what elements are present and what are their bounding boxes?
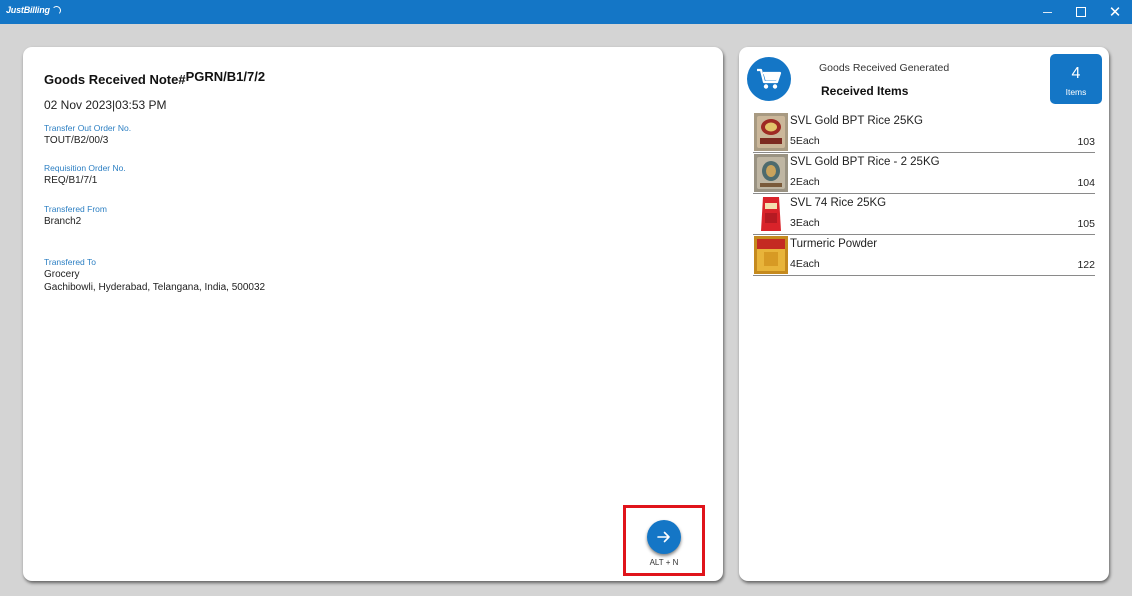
cart-icon (757, 68, 782, 89)
highlight-box (623, 505, 705, 576)
items-count: 4 (1071, 65, 1081, 82)
close-button[interactable]: ✕ (1100, 0, 1130, 24)
close-icon: ✕ (1108, 4, 1122, 21)
goods-received-generated-label: Goods Received Generated (819, 62, 950, 74)
rice-bag-thumbnail (754, 154, 788, 192)
item-name: SVL Gold BPT Rice 25KG (790, 115, 923, 127)
received-items-label: Received Items (821, 84, 909, 98)
note-date: 02 Nov 2023|03:53 PM (44, 98, 167, 112)
app-logo-text: JustBilling (6, 5, 50, 15)
goods-received-note-panel: Goods Received Note# PGRN/B1/7/2 02 Nov … (23, 47, 723, 581)
list-item[interactable]: SVL Gold BPT Rice 25KG 5Each 103 (753, 112, 1095, 153)
title-bar: JustBilling ✕ (0, 0, 1132, 24)
item-qty: 2Each (790, 176, 820, 188)
maximize-icon (1076, 7, 1086, 17)
rice-bag-thumbnail (754, 113, 788, 151)
items-count-badge: 4 Items (1050, 54, 1102, 104)
minimize-button[interactable] (1032, 0, 1062, 24)
item-qty: 5Each (790, 135, 820, 147)
note-title-prefix: Goods Received Note# (44, 72, 186, 87)
transfer-out-order-value: TOUT/B2/00/3 (44, 135, 109, 146)
spice-pack-thumbnail (754, 236, 788, 274)
item-name: Turmeric Powder (790, 238, 878, 250)
app-logo: JustBilling (6, 5, 61, 15)
requisition-order-label: Requisition Order No. (44, 163, 126, 173)
item-number: 122 (1077, 259, 1095, 271)
transfer-out-order-label: Transfer Out Order No. (44, 123, 132, 133)
minimize-icon (1042, 11, 1052, 13)
requisition-order-value: REQ/B1/7/1 (44, 175, 98, 186)
rice-bag-thumbnail (754, 195, 788, 233)
transfered-to-value: Grocery (44, 269, 80, 280)
list-item[interactable]: SVL Gold BPT Rice - 2 25KG 2Each 104 (753, 153, 1095, 194)
list-item[interactable]: Turmeric Powder 4Each 122 (753, 235, 1095, 276)
transfered-to-address: Gachibowli, Hyderabad, Telangana, India,… (44, 282, 266, 293)
list-item[interactable]: SVL 74 Rice 25KG 3Each 105 (753, 194, 1095, 235)
item-qty: 3Each (790, 217, 820, 229)
item-number: 103 (1077, 136, 1095, 148)
logo-swoosh-icon (51, 5, 61, 15)
transfered-from-label: Transfered From (44, 204, 107, 214)
items-count-label: Items (1065, 87, 1087, 97)
transfered-to-label: Transfered To (44, 257, 96, 267)
note-title: Goods Received Note# PGRN/B1/7/2 (44, 69, 266, 87)
item-name: SVL Gold BPT Rice - 2 25KG (790, 156, 940, 168)
note-number: PGRN/B1/7/2 (185, 69, 266, 84)
item-number: 104 (1077, 177, 1095, 189)
cart-badge (747, 57, 791, 101)
item-qty: 4Each (790, 258, 820, 270)
transfered-from-value: Branch2 (44, 216, 82, 227)
received-items-panel: Goods Received Generated Received Items … (739, 47, 1109, 581)
maximize-button[interactable] (1066, 0, 1096, 24)
item-name: SVL 74 Rice 25KG (790, 197, 887, 209)
item-number: 105 (1077, 218, 1095, 230)
